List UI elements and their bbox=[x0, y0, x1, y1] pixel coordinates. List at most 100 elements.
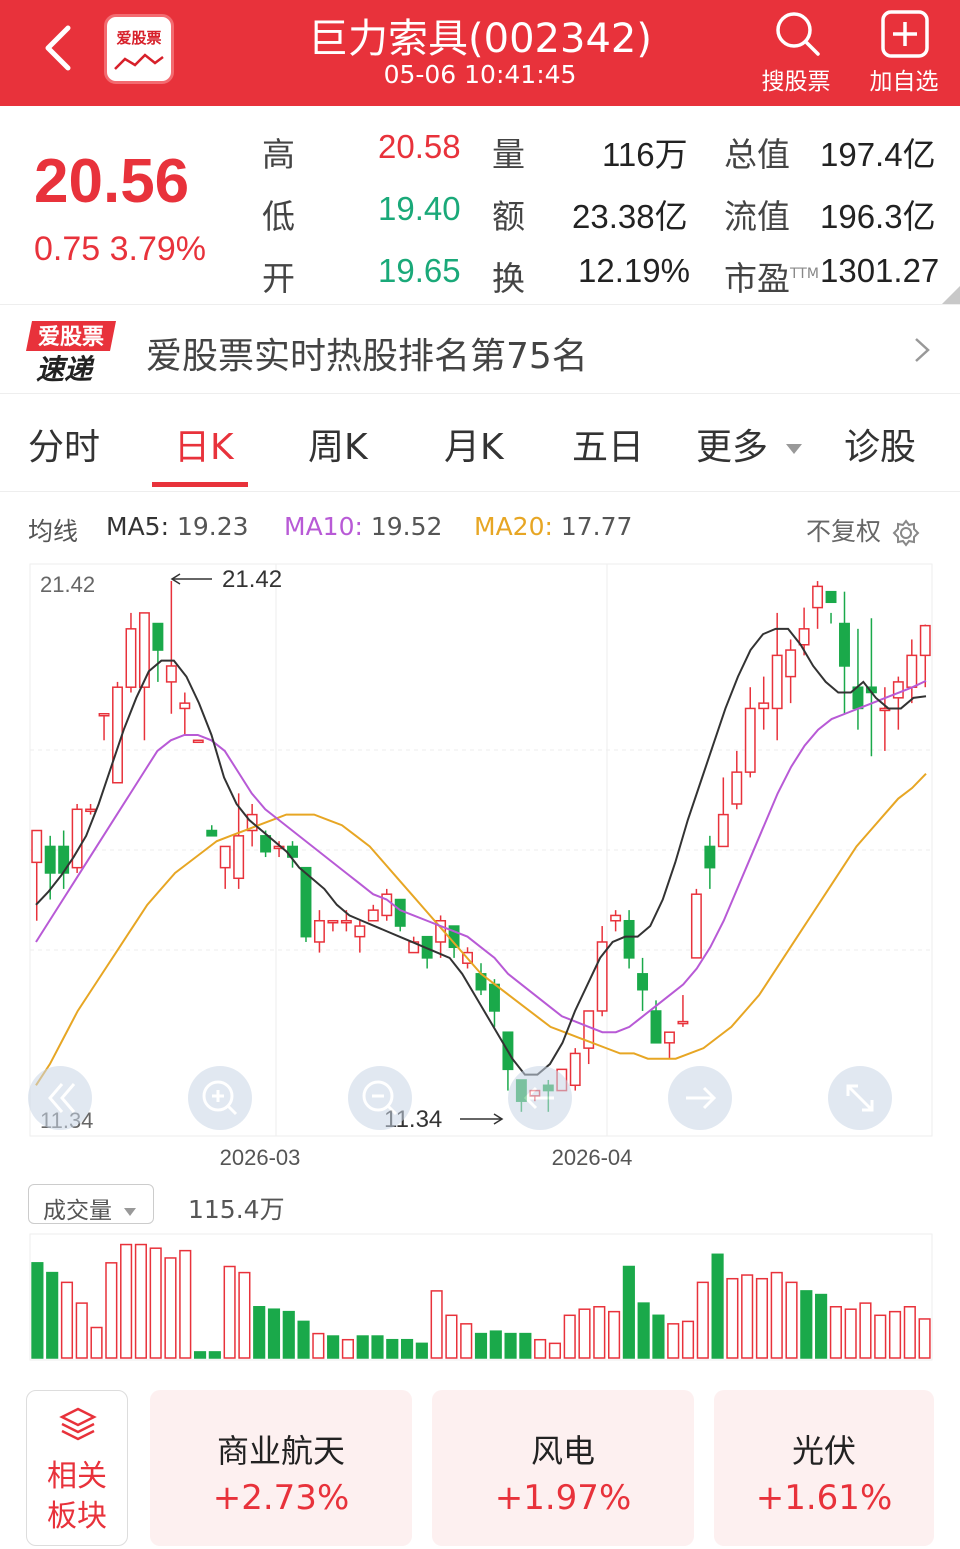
volume-bar bbox=[903, 1306, 916, 1359]
fullscreen-button[interactable] bbox=[828, 1066, 892, 1130]
volume-bar bbox=[534, 1338, 547, 1359]
stock-title: 巨力索具(002342) bbox=[308, 16, 652, 62]
scroll-left-fast-button[interactable] bbox=[28, 1066, 92, 1130]
sector-card[interactable]: 商业航天 +2.73% bbox=[150, 1390, 412, 1546]
zoom-in-button[interactable] bbox=[188, 1066, 252, 1130]
volume-bar bbox=[327, 1335, 340, 1359]
sector-card[interactable]: 光伏 +1.61% bbox=[714, 1390, 934, 1546]
candle-body bbox=[179, 702, 191, 710]
scroll-right-button[interactable] bbox=[668, 1066, 732, 1130]
ma-label: 均线 bbox=[28, 517, 79, 546]
volume-bar bbox=[489, 1330, 502, 1359]
ma5-label: MA5: bbox=[106, 512, 170, 541]
zoom-out-button[interactable] bbox=[348, 1066, 412, 1130]
ma10-readout: MA10: 19.52 bbox=[284, 512, 442, 541]
volume-bar bbox=[120, 1243, 133, 1359]
tab-five-day[interactable]: 五日 bbox=[572, 418, 644, 470]
volume-bar bbox=[134, 1243, 147, 1359]
candle-body bbox=[152, 622, 164, 651]
candle-body bbox=[233, 835, 245, 880]
tab-intraday[interactable]: 分时 bbox=[28, 418, 100, 470]
candle-body bbox=[798, 628, 810, 646]
candlestick-chart[interactable]: 21.42 11.34 21.42 11.34 2026-03 2026-04 bbox=[0, 560, 960, 1180]
volume-bar bbox=[815, 1293, 828, 1359]
volume-bar bbox=[356, 1335, 369, 1359]
volume-bar bbox=[741, 1274, 754, 1359]
hot-rank-banner[interactable]: 爱股票 速递 爱股票实时热股排名第75名 bbox=[0, 304, 960, 394]
volume-bar bbox=[918, 1318, 931, 1359]
adjust-toggle[interactable]: 不复权 bbox=[806, 512, 921, 548]
volume-bar bbox=[149, 1247, 162, 1359]
app-logo: 爱股票 bbox=[104, 14, 174, 84]
float-cap-label: 流值 bbox=[724, 197, 790, 236]
volume-bar bbox=[297, 1320, 310, 1359]
candle-body bbox=[717, 813, 729, 848]
volume-bar bbox=[164, 1257, 177, 1359]
pe-label: 市盈TTM bbox=[724, 252, 819, 300]
volume-bar bbox=[460, 1323, 473, 1359]
add-watchlist-button[interactable]: 加自选 bbox=[854, 4, 954, 100]
volume-bar bbox=[267, 1308, 281, 1359]
candle-body bbox=[906, 654, 918, 688]
candle-body bbox=[825, 590, 837, 604]
adjust-label: 不复权 bbox=[806, 517, 882, 546]
volume-bar bbox=[400, 1338, 414, 1359]
sector-card[interactable]: 风电 +1.97% bbox=[432, 1390, 694, 1546]
related-sectors-button[interactable]: 相关 板块 bbox=[26, 1390, 128, 1546]
tab-daily-k[interactable]: 日K bbox=[174, 418, 234, 470]
chevron-left-icon bbox=[45, 25, 71, 71]
candle-body bbox=[354, 925, 366, 938]
back-button[interactable] bbox=[36, 20, 86, 76]
indicator-label: 成交量 bbox=[43, 1198, 112, 1224]
candle-body bbox=[313, 919, 325, 943]
ma20-line bbox=[35, 773, 927, 1086]
turnover-value: 12.19% bbox=[578, 252, 690, 289]
volume-bar bbox=[844, 1308, 857, 1359]
candle-body bbox=[340, 919, 352, 924]
candle-body bbox=[192, 739, 204, 744]
hot-rank-text: 爱股票实时热股排名第75名 bbox=[146, 336, 588, 377]
volume-bar bbox=[681, 1320, 695, 1359]
volume-chart[interactable] bbox=[0, 1230, 960, 1370]
volume-bar bbox=[253, 1306, 266, 1359]
volume-bar bbox=[386, 1338, 399, 1359]
candle-body bbox=[71, 808, 83, 869]
high-label: 高 bbox=[262, 135, 295, 174]
tab-monthly-k[interactable]: 月K bbox=[444, 418, 504, 470]
related-label-1: 相关 bbox=[47, 1459, 107, 1494]
quote-timestamp: 05-06 10:41:45 bbox=[383, 60, 577, 89]
pe-ttm-sup: TTM bbox=[790, 266, 819, 282]
tab-more[interactable]: 更多 bbox=[696, 418, 803, 470]
caret-down-icon bbox=[786, 444, 803, 454]
price-change: 0.75 3.79% bbox=[34, 230, 207, 268]
candle-body bbox=[394, 898, 406, 927]
candle-body bbox=[219, 845, 231, 869]
ma20-value: 17.77 bbox=[560, 512, 633, 541]
volume-bar bbox=[726, 1277, 739, 1359]
volume-bar bbox=[341, 1338, 354, 1359]
candle-body bbox=[98, 713, 110, 717]
candle-body bbox=[300, 866, 312, 938]
high-annotation: 21.42 bbox=[170, 566, 282, 593]
volume-bar bbox=[474, 1332, 488, 1359]
scroll-left-button[interactable] bbox=[508, 1066, 572, 1130]
tab-weekly-k[interactable]: 周K bbox=[308, 418, 368, 470]
volume-bar bbox=[711, 1253, 724, 1359]
search-stock-button[interactable]: 搜股票 bbox=[746, 4, 846, 100]
ma20-label: MA20: bbox=[474, 512, 553, 541]
volume-bar bbox=[282, 1310, 295, 1359]
volume-bar bbox=[608, 1310, 621, 1359]
corner-fold bbox=[942, 286, 960, 304]
tab-more-label: 更多 bbox=[696, 427, 769, 468]
candle-body bbox=[637, 973, 649, 991]
volume-bar bbox=[563, 1314, 576, 1359]
trend-line-icon bbox=[114, 53, 164, 70]
tab-diagnose[interactable]: 诊股 bbox=[844, 418, 916, 470]
volume-bar bbox=[874, 1314, 887, 1359]
indicator-selector[interactable]: 成交量 bbox=[28, 1184, 154, 1224]
candle-body bbox=[44, 845, 56, 874]
candle-body bbox=[744, 707, 756, 773]
candle-body bbox=[758, 702, 770, 710]
candle-body bbox=[650, 1010, 662, 1044]
volume-bar bbox=[504, 1332, 517, 1359]
